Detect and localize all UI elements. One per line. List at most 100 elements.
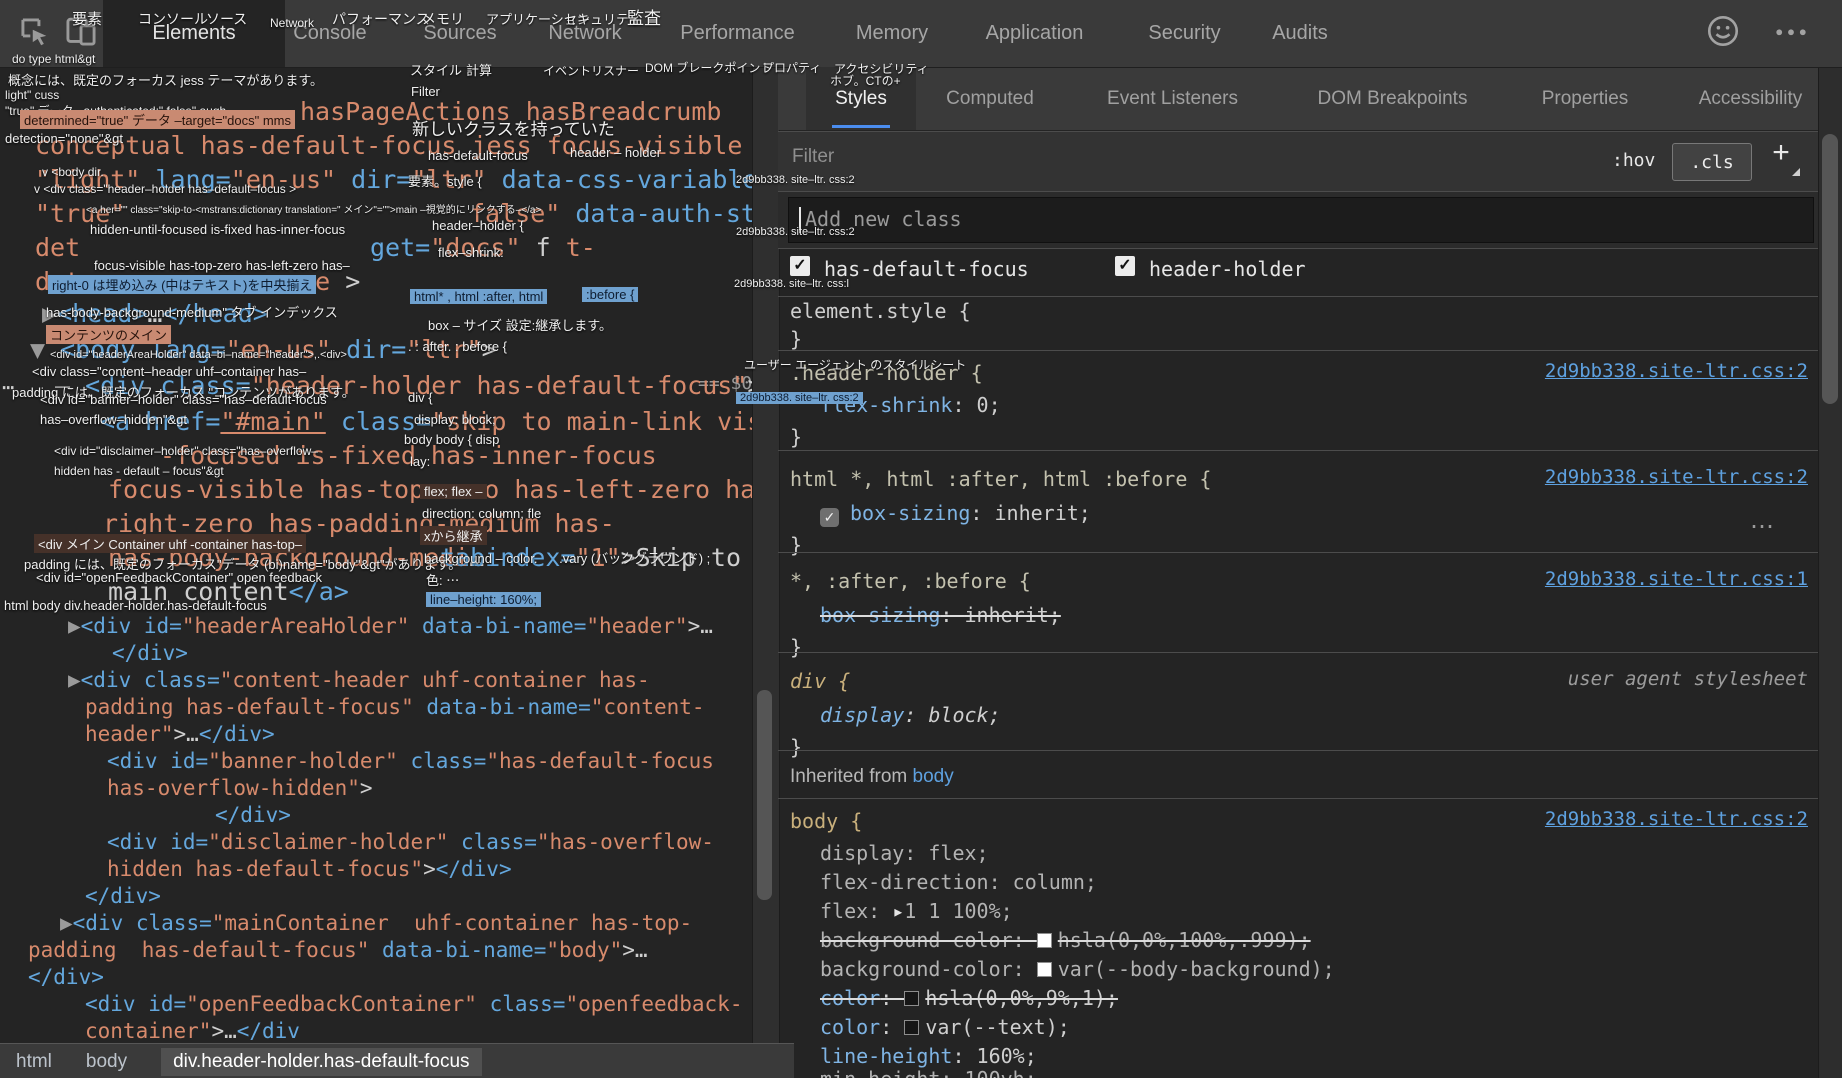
dom-tree-line[interactable]: <div id="banner-holder" class="has-defau… (107, 749, 714, 773)
annotation-overlay: 2d9bb338. site–ltr. css:l (734, 278, 849, 290)
css-rule-line[interactable]: min-height: 100vh; (820, 1068, 1037, 1078)
dom-tree-line[interactable]: padding has-default-focus" data-bi-name=… (28, 938, 648, 962)
class-toggle-checkbox[interactable] (790, 256, 810, 276)
css-rule-line[interactable]: div { (790, 670, 850, 693)
code-text: </div (237, 1019, 300, 1043)
sidebar-tab-accessibility[interactable]: Accessibility (1668, 67, 1833, 130)
long-click-indicator-icon (1792, 168, 1800, 176)
css-rule-line[interactable]: box-sizing: inherit; (820, 604, 1061, 627)
dom-tree-line[interactable]: ▶<div class="content-header uhf-containe… (68, 668, 650, 692)
class-toggle-checkbox[interactable] (1115, 256, 1135, 276)
code-text: "disclaimer-holder" (208, 830, 448, 854)
code-text: <div (107, 749, 170, 773)
inspect-element-icon[interactable] (18, 14, 50, 48)
left-panel-scrollbar-thumb[interactable] (757, 690, 772, 900)
dom-tree-line[interactable]: <div id="disclaimer-holder" class="has-o… (107, 830, 714, 854)
code-text: f (521, 233, 566, 262)
breadcrumb-item[interactable]: html (16, 1051, 52, 1073)
code-text: det (35, 233, 80, 262)
rule-more-actions-icon[interactable]: ⋯ (1750, 512, 1777, 541)
stylesheet-source-link[interactable]: 2d9bb338.site-ltr.css:2 (1545, 808, 1808, 830)
stylesheet-source-link[interactable]: 2d9bb338.site-ltr.css:2 (1545, 466, 1808, 488)
css-rule-line[interactable]: color: var(--text); (820, 1016, 1070, 1039)
css-rule-line[interactable]: flex-direction: column; (820, 871, 1097, 894)
annotation-overlay: hidden has - default – focus"&gt (54, 464, 224, 478)
feedback-smiley-icon[interactable] (1706, 14, 1740, 48)
css-rule-line[interactable]: element.style { (790, 300, 971, 323)
add-new-class-input[interactable]: Add new class (788, 197, 1814, 243)
panel-divider-scrollbar[interactable] (752, 67, 780, 1078)
stylesheet-source-link[interactable]: 2d9bb338.site-ltr.css:2 (1545, 360, 1808, 382)
css-rule-line[interactable]: body { (790, 810, 862, 833)
code-text: class= (398, 749, 487, 773)
tab-security[interactable]: Security (1122, 0, 1247, 67)
sidebar-tab-dom-breakpoints[interactable]: DOM Breakpoints (1285, 67, 1500, 130)
dom-tree-line[interactable]: </div> (85, 884, 161, 908)
code-text: id= (144, 614, 182, 638)
styles-filter-input[interactable]: Filter (792, 146, 834, 168)
tab-application[interactable]: Application (962, 0, 1107, 67)
element-classes-button[interactable]: .cls (1672, 143, 1752, 181)
dom-tree-line[interactable]: ▶<div id="headerAreaHolder" data-bi-name… (68, 614, 713, 638)
breadcrumb-item[interactable]: body (86, 1051, 127, 1073)
stylesheet-source-link[interactable]: 2d9bb338.site-ltr.css:1 (1545, 568, 1808, 590)
tab-memory[interactable]: Memory (832, 0, 952, 67)
dom-tree-line[interactable]: padding has-default-focus" data-bi-name=… (85, 695, 705, 719)
new-style-rule-button[interactable]: + (1764, 136, 1798, 170)
styles-panel-scrollbar-thumb[interactable] (1822, 134, 1838, 404)
dom-tree-line[interactable]: </div> (112, 641, 188, 665)
css-rule-line[interactable]: background-color: var(--body-background)… (820, 958, 1335, 981)
annotation-overlay: 要素。style { (408, 171, 482, 190)
code-text: ▸ (892, 899, 904, 923)
css-rule-line[interactable]: display: block; (820, 704, 1001, 727)
css-rule-line[interactable]: } (790, 534, 802, 557)
dom-tree-line[interactable]: </div> (28, 965, 104, 989)
code-text: class= (136, 911, 212, 935)
sidebar-tab-properties[interactable]: Properties (1515, 67, 1655, 130)
css-rule-line[interactable]: background-color: hsla(0,0%,100%,.999); (820, 929, 1311, 952)
breadcrumb-item[interactable]: div.header-holder.has-default-focus (161, 1048, 481, 1076)
toggle-element-state-button[interactable]: :hov (1612, 150, 1655, 171)
dom-tree-line[interactable]: container">…</div (85, 1019, 300, 1043)
code-text: <div (81, 614, 144, 638)
annotation-overlay: flex–shrink: (438, 245, 504, 260)
color-swatch (1037, 962, 1052, 977)
css-rule-line[interactable]: } (790, 636, 802, 659)
dom-tree-line[interactable]: <div id="openFeedbackContainer" class="o… (85, 992, 742, 1016)
code-text: "headerAreaHolder" (182, 614, 410, 638)
code-text: : (970, 501, 994, 525)
code-text: inherit; (965, 603, 1061, 627)
css-rule-line[interactable]: Inherited from body (790, 764, 954, 788)
css-rule-line[interactable]: box-sizing: inherit; (820, 502, 1091, 527)
code-text: class= (477, 992, 566, 1016)
tab-audits[interactable]: Audits (1250, 0, 1350, 67)
dom-tree-line[interactable]: det (35, 234, 80, 263)
more-menu-icon[interactable] (1774, 14, 1808, 48)
code-text: "content- (591, 695, 705, 719)
dom-tree-line[interactable]: ▶<div class="mainContainer uhf-container… (60, 911, 692, 935)
sidebar-tab-computed[interactable]: Computed (925, 67, 1055, 130)
annotation-overlay: lay: (410, 454, 430, 469)
property-enabled-checkbox[interactable] (820, 508, 839, 527)
css-rule-line[interactable]: *, :after, :before { (790, 570, 1031, 593)
tab-performance[interactable]: Performance (655, 0, 820, 67)
css-rule-line[interactable]: color: hsla(0,0%,9%,1); (820, 987, 1118, 1010)
dom-tree-line[interactable]: header">…</div> (85, 722, 275, 746)
css-rule-line[interactable]: } (790, 328, 802, 351)
css-rule-line[interactable]: } (790, 736, 802, 759)
annotation-overlay: determined="true" データ –target="docs" mms (20, 110, 295, 129)
dom-tree-line[interactable]: </div> (215, 803, 291, 827)
code-text: > (423, 857, 436, 881)
code-text: : (952, 1044, 976, 1068)
css-rule-line[interactable]: } (790, 426, 802, 449)
dom-tree-line[interactable]: has-overflow-hidden"> (107, 776, 373, 800)
css-rule-line[interactable]: line-height: 160%; (820, 1045, 1037, 1068)
dom-tree-line[interactable]: hidden has-default-focus"></div> (107, 857, 512, 881)
annotation-overlay: <div id="banner–holder" class="has–defau… (40, 392, 327, 407)
sidebar-tab-event-listeners[interactable]: Event Listeners (1080, 67, 1265, 130)
devtools-window: ElementsConsoleSourcesNetworkPerformance… (0, 0, 1842, 1078)
css-rule-line[interactable]: display: flex; (820, 842, 989, 865)
css-rule-line[interactable]: flex: ▸1 1 100%; (820, 900, 1013, 923)
css-rule-line[interactable]: html *, html :after, html :before { (790, 468, 1211, 491)
annotation-overlay: <div id="headerAreaHolder" data–bi–name=… (50, 349, 347, 361)
